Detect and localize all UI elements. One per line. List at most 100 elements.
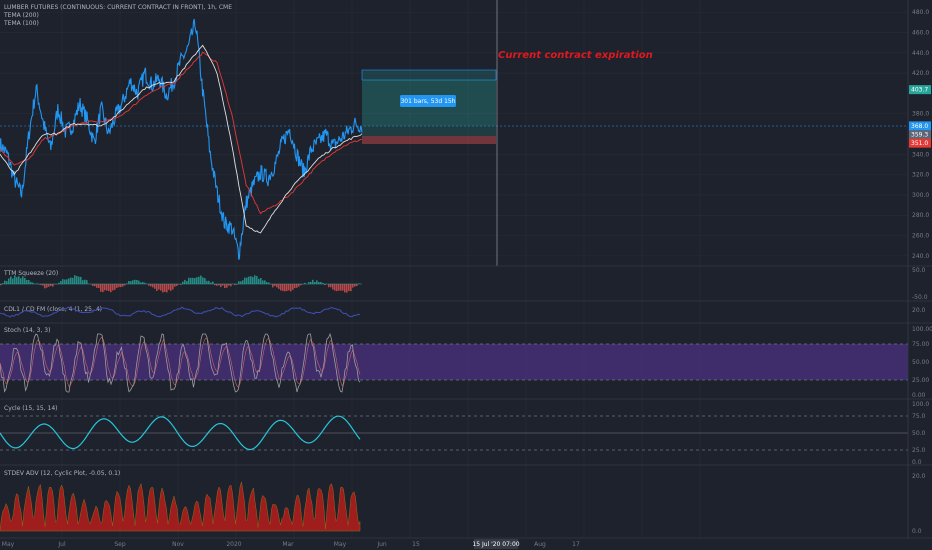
squeeze-bar — [346, 284, 348, 293]
squeeze-bar — [230, 284, 232, 287]
squeeze-bar — [356, 284, 358, 287]
time-label: Jun — [376, 541, 387, 548]
squeeze-bar — [8, 278, 10, 284]
squeeze-bar — [158, 284, 160, 290]
squeeze-bar — [278, 284, 280, 289]
price-tick: 340.0 — [912, 151, 929, 158]
squeeze-bar — [294, 284, 296, 289]
squeeze-bar — [316, 280, 318, 284]
squeeze-bar — [28, 279, 30, 284]
squeeze-bar — [226, 284, 228, 288]
squeeze-bar — [198, 276, 200, 284]
squeeze-bar — [320, 281, 322, 284]
squeeze-bar — [160, 284, 162, 291]
squeeze-label: TTM Squeeze (20) — [3, 270, 58, 277]
squeeze-bar — [192, 277, 194, 284]
squeeze-bar — [52, 284, 54, 287]
squeeze-bar — [44, 284, 46, 289]
time-label: 15 — [412, 541, 420, 548]
price-tick: 240.0 — [912, 253, 929, 260]
squeeze-bar — [338, 284, 340, 291]
squeeze-bar — [138, 280, 140, 284]
squeeze-bar — [258, 278, 260, 284]
squeeze-bar — [166, 284, 168, 293]
legend-tema-100: TEMA (100) — [3, 20, 39, 27]
crosshair-time-label: 15 Jul '20 07:00 — [472, 541, 519, 548]
squeeze-bar — [66, 279, 68, 284]
price-tag-label: 351.0 — [911, 140, 928, 147]
squeeze-bar — [10, 276, 12, 284]
stop-zone[interactable] — [362, 136, 496, 144]
squeeze-bar — [94, 284, 96, 287]
squeeze-bar — [354, 284, 356, 287]
squeeze-bar — [80, 276, 82, 284]
squeeze-bar — [72, 277, 74, 284]
squeeze-bar — [164, 284, 166, 292]
squeeze-bar — [246, 277, 248, 284]
squeeze-bar — [204, 278, 206, 284]
price-tick: 280.0 — [912, 212, 929, 219]
chart-canvas[interactable]: LUMBER FUTURES (CONTINUOUS: CURRENT CONT… — [0, 0, 932, 550]
squeeze-bar — [14, 275, 16, 284]
cycle-label: Cycle (15, 15, 14) — [4, 405, 58, 412]
squeeze-bar — [62, 279, 64, 284]
price-tick: 440.0 — [912, 50, 929, 57]
squeeze-bar — [122, 284, 124, 287]
squeeze-bar — [254, 275, 256, 284]
squeeze-bar — [172, 284, 174, 290]
squeeze-bar — [152, 284, 154, 288]
time-label: Jul — [57, 541, 66, 548]
price-tag-label: 359.3 — [911, 132, 928, 139]
time-label: Aug — [534, 541, 546, 548]
target-zone-upper[interactable] — [361, 69, 497, 81]
squeeze-bar — [182, 281, 184, 284]
squeeze-bar — [20, 278, 22, 284]
target-zone-lower[interactable] — [362, 126, 496, 136]
squeeze-bar — [282, 284, 284, 291]
squeeze-bar — [244, 277, 246, 284]
time-label: May — [334, 541, 347, 548]
squeeze-bar — [50, 284, 52, 287]
cycle-tick: 75.0 — [912, 413, 926, 420]
squeeze-bar — [290, 284, 292, 292]
squeeze-bar — [284, 284, 286, 292]
squeeze-bar — [16, 277, 18, 284]
squeeze-bar — [220, 284, 222, 288]
squeeze-bar — [70, 277, 72, 284]
price-tick: 260.0 — [912, 233, 929, 240]
expiration-annotation: Current contract expiration — [498, 50, 653, 61]
time-label: 17 — [572, 541, 580, 548]
squeeze-bar — [134, 279, 136, 284]
squeeze-bar — [238, 281, 240, 284]
squeeze-bar — [212, 281, 214, 284]
squeeze-bar — [280, 284, 282, 291]
legend-tema-200: TEMA (200) — [3, 12, 39, 19]
squeeze-bar — [194, 277, 196, 284]
stoch-label: Stoch (14, 3, 3) — [4, 327, 50, 334]
squeeze-bar — [196, 277, 198, 284]
squeeze-bar — [252, 276, 254, 284]
squeeze-bar — [114, 284, 116, 290]
stoch-tick: 50.00 — [912, 359, 929, 366]
squeeze-bar — [110, 284, 112, 293]
squeeze-bar — [162, 284, 164, 293]
squeeze-bar — [190, 277, 192, 284]
squeeze-bar — [344, 284, 346, 293]
squeeze-bar — [260, 278, 262, 284]
squeeze-bar — [352, 284, 354, 288]
squeeze-bar — [48, 284, 50, 287]
squeeze-bar — [276, 284, 278, 288]
squeeze-bar — [272, 284, 274, 288]
squeeze-bar — [100, 284, 102, 292]
squeeze-bar — [84, 279, 86, 284]
squeeze-bar — [264, 280, 266, 284]
squeeze-bar — [202, 277, 204, 284]
price-tick: 320.0 — [912, 172, 929, 179]
squeeze-bar — [86, 280, 88, 284]
squeeze-bar — [12, 278, 14, 284]
squeeze-bar — [46, 284, 48, 288]
squeeze-bar — [256, 276, 258, 284]
squeeze-bar — [60, 280, 62, 284]
squeeze-bar — [286, 284, 288, 291]
squeeze-bar — [186, 281, 188, 284]
